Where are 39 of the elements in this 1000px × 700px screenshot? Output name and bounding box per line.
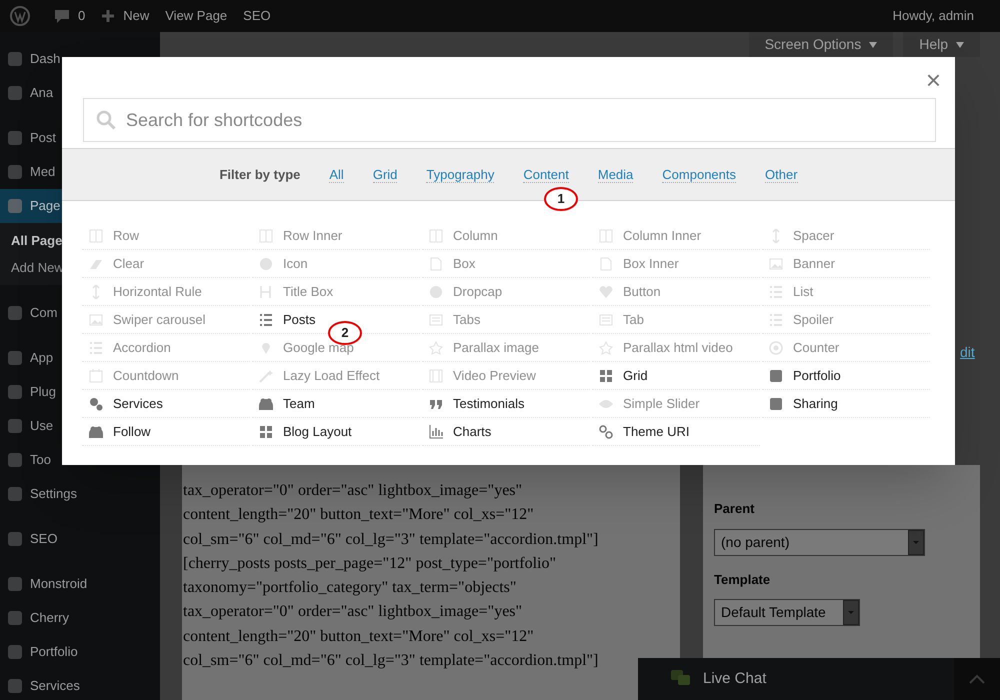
shortcode-item: Box [422,250,590,278]
code-line: col_sm="6" col_md="6" col_lg="3" template="accordion.tmpl"] [183,530,600,550]
shortcode-item: Horizontal Rule [82,278,250,306]
shortcode-item: Dropcap [422,278,590,306]
field-label: Parent [714,500,756,518]
shortcode-item: List [762,278,930,306]
code-line: tax_operator="0" order="asc" lightbox_image="yes" [183,481,524,501]
code-line: [cherry_posts posts_per_page="12" post_type="portfolio" [183,554,557,574]
filter-label: Filter by type [219,166,300,184]
code-line: content_length="20" button_text="More" col_xs="12" [183,626,535,647]
shortcode-item: Column [422,222,590,250]
shortcode-item: Spoiler [762,306,930,334]
shortcode-item: Swiper carousel [82,306,250,334]
shortcode-item: Video Preview [422,362,590,390]
shortcode-item: Tabs [422,306,590,334]
shortcode-item: Banner [762,250,930,278]
field-label: Template [714,570,772,589]
shortcode-item: Countdown [82,362,250,390]
shortcode-item: Row [82,222,250,250]
shortcode-item: Clear [82,250,250,278]
shortcode-item: Parallax image [422,334,590,362]
shortcode-item: Column Inner [592,222,760,250]
shortcode-item: Accordion [82,334,250,362]
shortcode-item: Title Box [252,278,420,306]
live-chat-label: Live Chat [703,668,766,689]
shortcode-item: Row Inner [252,222,420,250]
shortcode-item: Box Inner [592,250,760,278]
code-line: taxonomy="portfolio_category" tax_term="objects" [183,578,518,598]
code-line: tax_operator="0" order="asc" lightbox_image="yes" [183,602,524,622]
code-line: content_length="20" button_text="More" col_xs="12" [183,505,535,526]
shortcode-item: Counter [762,334,930,362]
shortcode-item: Simple Slider [592,390,760,418]
shortcode-item: Spacer [762,222,930,250]
shortcode-item: Parallax html video [592,334,760,362]
shortcode-item: Button [592,278,760,306]
shortcode-item: Icon [252,250,420,278]
shortcode-item: Lazy Load Effect [252,362,420,390]
shortcode-item: Tab [592,306,760,334]
code-line: col_sm="6" col_md="6" col_lg="3" template="accordion.tmpl"] [183,651,600,672]
